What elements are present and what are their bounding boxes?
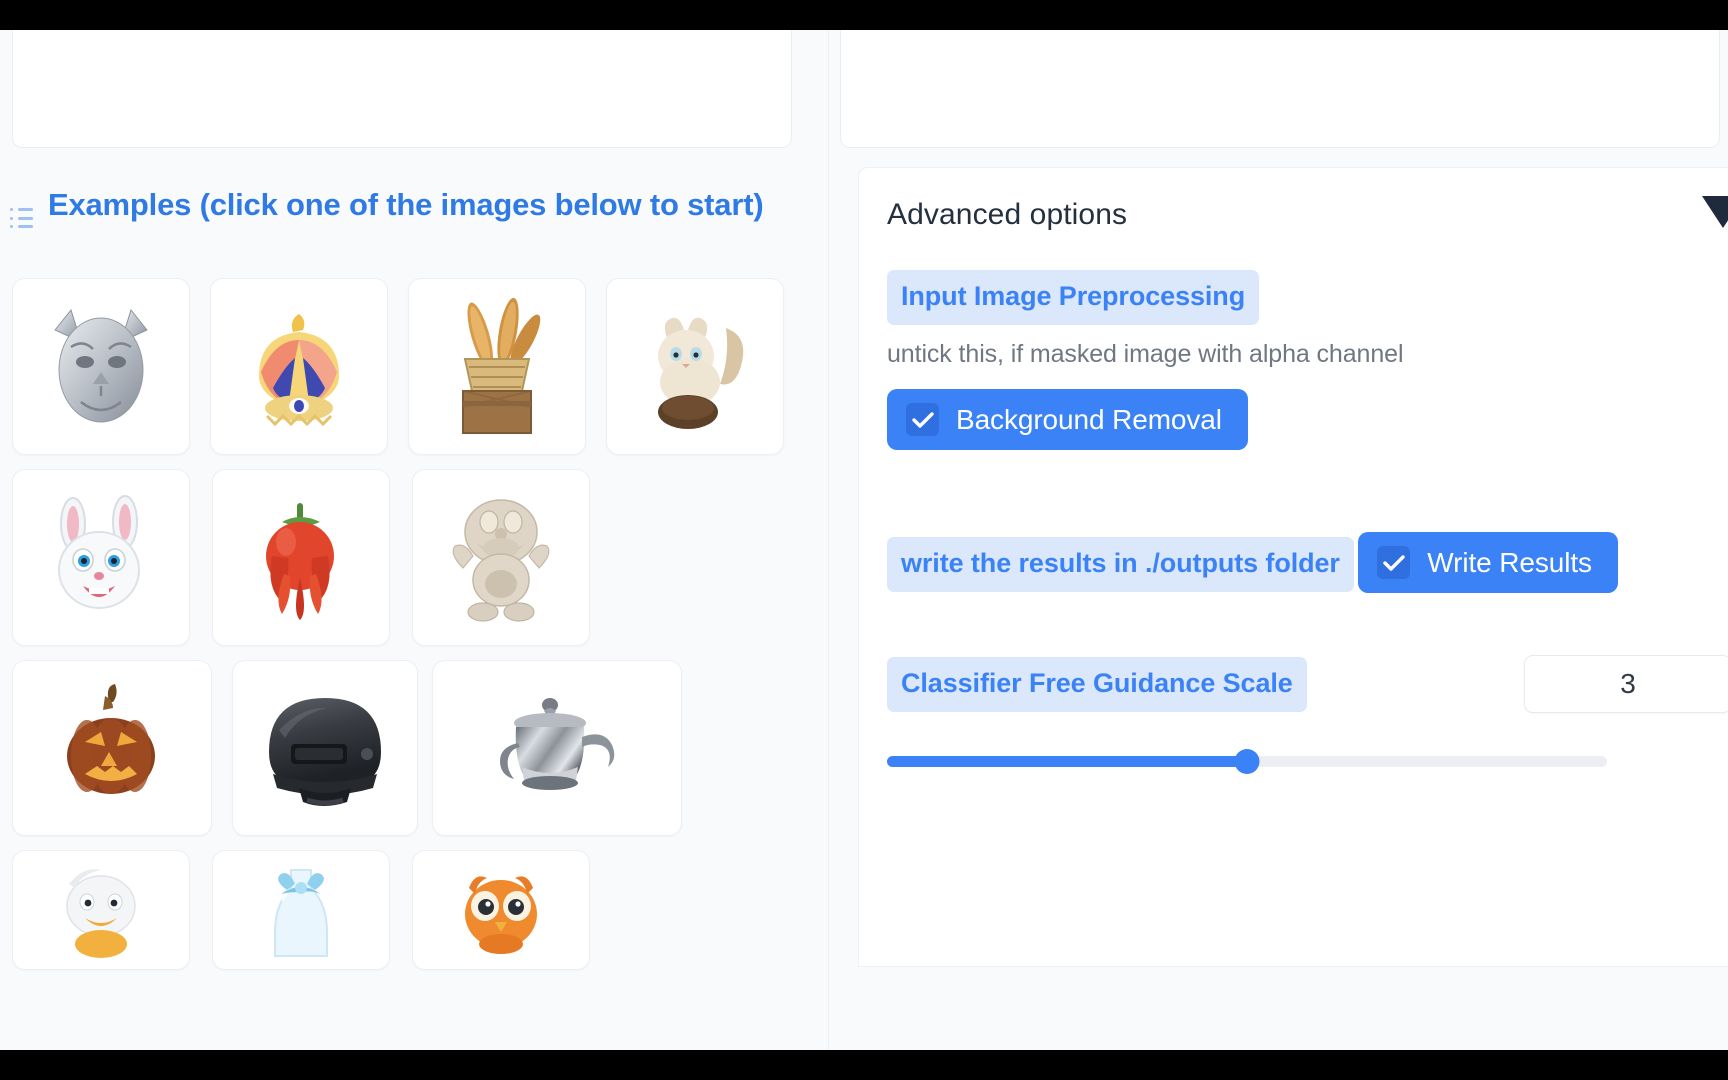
example-thumbnail <box>13 279 189 454</box>
example-tiger-head[interactable] <box>12 278 190 455</box>
list-icon <box>10 207 34 229</box>
advanced-options-title: Advanced options <box>887 198 1128 231</box>
example-bread-basket[interactable] <box>408 278 586 455</box>
content-stage: Examples (click one of the images below … <box>0 0 1728 1080</box>
checkmark-icon <box>906 403 939 436</box>
input-image-preprocessing-helper: untick this, if masked image with alpha … <box>887 340 1404 368</box>
chevron-down-icon[interactable] <box>1702 196 1728 228</box>
example-thumbnail <box>413 851 589 969</box>
example-cat[interactable] <box>606 278 784 455</box>
example-owl[interactable] <box>412 850 590 970</box>
examples-row <box>12 660 812 836</box>
guidance-scale-slider[interactable] <box>887 749 1607 774</box>
write-results-label: Write Results <box>1427 546 1592 578</box>
example-thumbnail <box>213 851 389 969</box>
examples-row <box>12 469 812 646</box>
example-thumbnail <box>13 661 211 835</box>
example-rabbit[interactable] <box>12 469 190 646</box>
example-thumbnail <box>409 279 585 454</box>
examples-row <box>12 278 812 455</box>
classifier-free-guidance-scale-label: Classifier Free Guidance Scale <box>887 656 1307 712</box>
example-duck[interactable] <box>12 850 190 970</box>
right-column: Advanced options Input Image Preprocessi… <box>828 0 1728 1080</box>
app-root: Examples (click one of the images below … <box>0 0 1728 1080</box>
examples-row <box>12 850 812 970</box>
example-bottle[interactable] <box>212 850 390 970</box>
example-thumbnail <box>213 470 389 645</box>
background-removal-checkbox[interactable]: Background Removal <box>887 389 1248 450</box>
guidance-scale-header: Classifier Free Guidance Scale 3 <box>887 655 1728 713</box>
checkmark-icon <box>1377 546 1411 579</box>
column-divider <box>828 0 829 1080</box>
write-results-label: write the results in ./outputs folder <box>887 536 1354 592</box>
write-results-checkbox[interactable]: Write Results <box>1358 532 1618 593</box>
example-thumbnail <box>13 851 189 969</box>
examples-title: Examples (click one of the images below … <box>48 187 764 222</box>
advanced-options-panel: Advanced options Input Image Preprocessi… <box>858 167 1728 967</box>
example-teapot[interactable] <box>432 660 682 836</box>
input-image-preprocessing-label: Input Image Preprocessing <box>887 270 1260 325</box>
example-pumpkin[interactable] <box>12 660 212 836</box>
example-thumbnail <box>211 279 387 454</box>
example-thumbnail <box>233 661 417 835</box>
option-group-input-image-preprocessing: Input Image Preprocessing untick this, i… <box>887 270 1700 450</box>
background-removal-label: Background Removal <box>956 403 1222 435</box>
letterbox-bottom-bar <box>0 1050 1728 1080</box>
example-thumbnail <box>413 470 589 645</box>
letterbox-top-bar <box>0 0 1728 30</box>
advanced-options-header[interactable]: Advanced options <box>859 168 1728 248</box>
left-column: Examples (click one of the images below … <box>0 0 828 1080</box>
guidance-scale-value: 3 <box>1620 668 1636 699</box>
example-helmet[interactable] <box>232 660 418 836</box>
example-thumbnail <box>13 470 189 645</box>
example-thumbnail <box>433 661 681 835</box>
slider-fill <box>887 756 1247 767</box>
example-doraemon[interactable] <box>412 469 590 646</box>
option-group-guidance-scale: Classifier Free Guidance Scale 3 <box>887 655 1728 774</box>
examples-grid <box>12 278 812 984</box>
examples-header: Examples (click one of the images below … <box>10 185 800 229</box>
example-crown[interactable] <box>210 278 388 455</box>
guidance-scale-input[interactable]: 3 <box>1524 655 1728 713</box>
example-pepper[interactable] <box>212 469 390 646</box>
slider-thumb[interactable] <box>1234 749 1260 774</box>
example-thumbnail <box>607 279 783 454</box>
advanced-options-body: Input Image Preprocessing untick this, i… <box>859 248 1728 813</box>
option-group-write-results: write the results in ./outputs folder Wr… <box>887 512 1700 593</box>
